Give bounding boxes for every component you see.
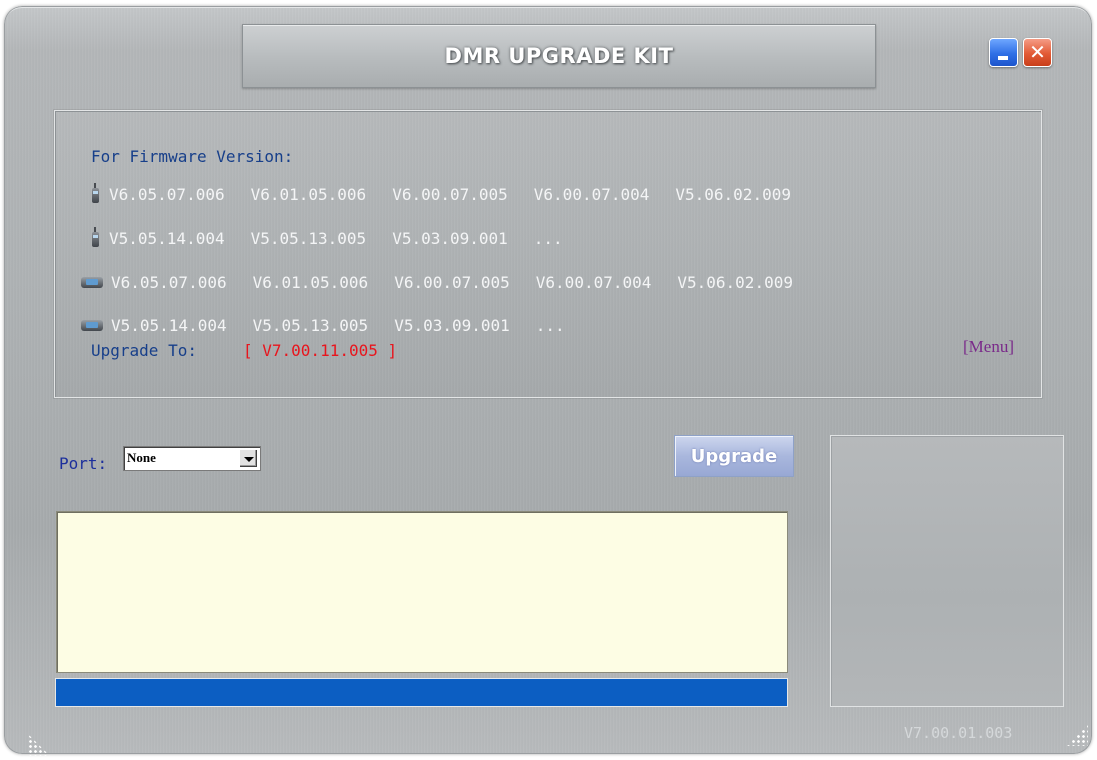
firmware-version: V5.05.13.005 <box>250 228 367 248</box>
title-bar[interactable]: DMR UPGRADE KIT <box>242 24 876 88</box>
upgrade-target-version: [ V7.00.11.005 ] <box>243 341 398 360</box>
firmware-version: V5.03.09.001 <box>392 228 508 248</box>
firmware-version: V6.00.07.004 <box>533 184 650 204</box>
firmware-version: V5.06.02.009 <box>675 184 791 204</box>
firmware-version: V6.05.07.006 <box>111 272 227 292</box>
firmware-version: V6.01.05.006 <box>250 184 367 204</box>
upgrade-to-label: Upgrade To: <box>91 341 197 360</box>
firmware-info-panel: For Firmware Version: V6.05.07.006 V6.01… <box>54 110 1042 398</box>
firmware-version: ... <box>533 228 563 248</box>
resize-grip-right-icon[interactable] <box>1066 724 1088 746</box>
minimize-button[interactable] <box>989 38 1018 67</box>
firmware-version: V5.05.13.005 <box>252 315 369 335</box>
firmware-version: V5.06.02.009 <box>677 272 793 292</box>
firmware-label: For Firmware Version: <box>91 147 294 166</box>
progress-bar <box>55 678 788 707</box>
chevron-down-icon[interactable] <box>239 449 258 468</box>
menu-link[interactable]: [Menu] <box>963 337 1014 357</box>
firmware-version: V5.05.14.004 <box>111 315 227 335</box>
firmware-row-handheld-2: V5.05.14.004 V5.05.13.005 V5.03.09.001 .… <box>87 227 589 249</box>
firmware-version: V6.00.07.004 <box>535 272 652 292</box>
window-title: DMR UPGRADE KIT <box>444 44 674 68</box>
resize-grip-left-icon[interactable] <box>28 734 50 756</box>
firmware-version: V6.00.07.005 <box>394 272 510 292</box>
firmware-row-mobile-2: V5.05.14.004 V5.05.13.005 V5.03.09.001 .… <box>81 314 591 336</box>
firmware-version: V6.00.07.005 <box>392 184 508 204</box>
handheld-radio-icon <box>87 227 103 249</box>
firmware-version: V5.03.09.001 <box>394 315 510 335</box>
mobile-radio-icon <box>81 314 103 336</box>
port-selected-value: None <box>127 450 156 465</box>
log-output[interactable] <box>56 511 788 673</box>
app-version-label: V7.00.01.003 <box>904 724 1013 742</box>
firmware-version: V5.05.14.004 <box>109 228 225 248</box>
handheld-radio-icon <box>87 183 103 205</box>
close-icon: ✕ <box>1029 40 1046 64</box>
upgrade-button[interactable]: Upgrade <box>674 435 794 477</box>
port-label: Port: <box>59 454 108 473</box>
progress-fill <box>56 679 787 706</box>
firmware-row-mobile-1: V6.05.07.006 V6.01.05.006 V6.00.07.005 V… <box>81 271 819 293</box>
port-select[interactable]: None <box>123 446 261 471</box>
mobile-radio-icon <box>81 271 103 293</box>
close-button[interactable]: ✕ <box>1023 38 1052 67</box>
firmware-row-handheld-1: V6.05.07.006 V6.01.05.006 V6.00.07.005 V… <box>87 183 817 205</box>
app-window: DMR UPGRADE KIT ✕ For Firmware Version: … <box>4 6 1092 756</box>
firmware-version: V6.05.07.006 <box>109 184 225 204</box>
minimize-icon <box>998 56 1008 60</box>
device-image-panel <box>830 435 1064 707</box>
firmware-version: ... <box>535 315 565 335</box>
firmware-version: V6.01.05.006 <box>252 272 369 292</box>
